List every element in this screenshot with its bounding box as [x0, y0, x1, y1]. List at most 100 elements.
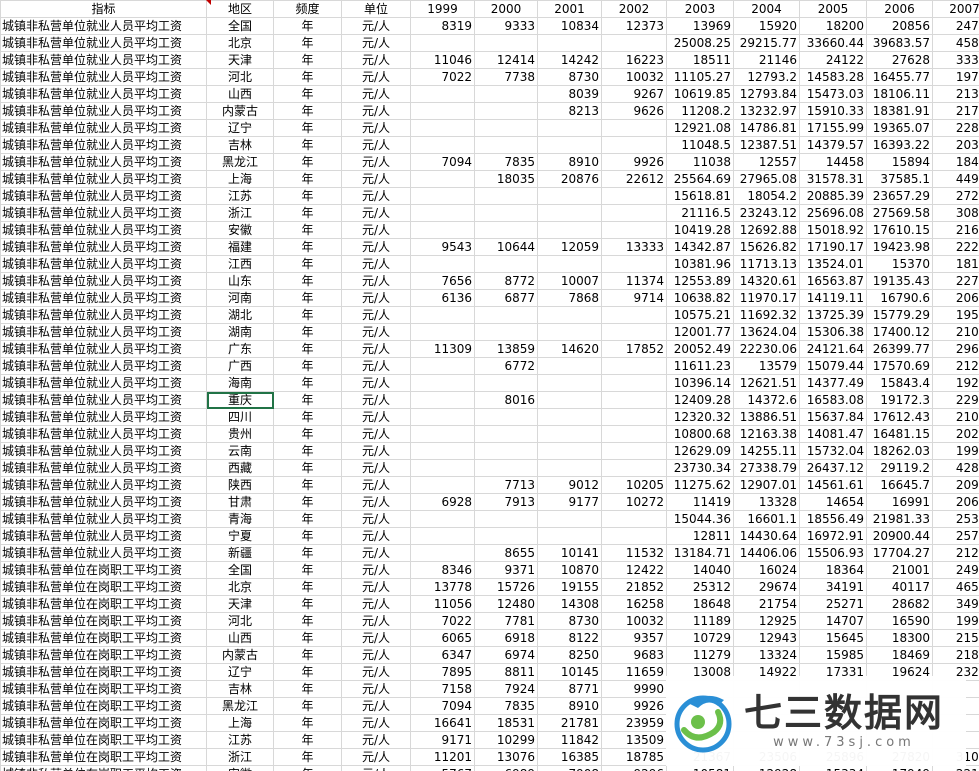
cell-value[interactable]: 21884: [932, 646, 979, 664]
cell-value[interactable]: 15732.04: [799, 442, 867, 460]
cell-indicator[interactable]: 城镇非私营单位在岗职工平均工资: [0, 578, 207, 596]
cell-value[interactable]: 21081: [932, 408, 979, 426]
cell-value[interactable]: 10619.85: [666, 85, 734, 103]
cell-value[interactable]: 7713: [474, 476, 538, 494]
header-indicator[interactable]: 指标: [0, 0, 207, 18]
cell-value[interactable]: 11611.23: [666, 357, 734, 375]
cell-unit[interactable]: 元/人: [341, 595, 411, 613]
cell-indicator[interactable]: 城镇非私营单位在岗职工平均工资: [0, 697, 207, 715]
cell-value[interactable]: 31578.31: [799, 170, 867, 188]
cell-value[interactable]: [410, 544, 475, 562]
cell-unit[interactable]: 元/人: [341, 289, 411, 307]
cell-indicator[interactable]: 城镇非私营单位就业人员平均工资: [0, 493, 207, 511]
cell-value[interactable]: [537, 187, 602, 205]
cell-value[interactable]: 12811: [666, 527, 734, 545]
cell-value[interactable]: [601, 425, 667, 443]
cell-value[interactable]: 24721: [932, 17, 979, 35]
cell-value[interactable]: 9926: [601, 697, 667, 715]
cell-value[interactable]: [410, 170, 475, 188]
cell-value[interactable]: 14081.47: [799, 425, 867, 443]
cell-value[interactable]: 15645: [799, 629, 867, 647]
cell-value[interactable]: 25271: [799, 595, 867, 613]
cell-frequency[interactable]: 年: [273, 697, 342, 715]
cell-value[interactable]: 10800.68: [666, 425, 734, 443]
cell-unit[interactable]: 元/人: [341, 442, 411, 460]
cell-frequency[interactable]: 年: [273, 255, 342, 273]
cell-value[interactable]: 18144: [932, 255, 979, 273]
header-year[interactable]: 2005: [799, 0, 867, 18]
cell-value[interactable]: 21251: [932, 357, 979, 375]
cell-value[interactable]: 10870: [537, 561, 602, 579]
cell-value[interactable]: [474, 85, 538, 103]
cell-frequency[interactable]: 年: [273, 646, 342, 664]
cell-value[interactable]: 15920: [733, 17, 800, 35]
cell-region[interactable]: 北京: [206, 34, 274, 52]
cell-value[interactable]: 12480: [474, 595, 538, 613]
cell-region[interactable]: 河北: [206, 612, 274, 630]
cell-value[interactable]: 15726: [474, 578, 538, 596]
cell-value[interactable]: [601, 527, 667, 545]
cell-frequency[interactable]: 年: [273, 425, 342, 443]
cell-frequency[interactable]: 年: [273, 170, 342, 188]
cell-value[interactable]: 19220: [932, 374, 979, 392]
cell-value[interactable]: 15370: [866, 255, 933, 273]
cell-value[interactable]: 8319: [410, 17, 475, 35]
cell-value[interactable]: 24932: [932, 561, 979, 579]
cell-value[interactable]: 19742: [932, 68, 979, 86]
cell-value[interactable]: [410, 527, 475, 545]
cell-value[interactable]: 9626: [601, 102, 667, 120]
cell-value[interactable]: 16790.6: [866, 289, 933, 307]
cell-value[interactable]: 20052.49: [666, 340, 734, 358]
cell-value[interactable]: 16645.7: [866, 476, 933, 494]
cell-value[interactable]: 12059: [537, 238, 602, 256]
cell-value[interactable]: 18481: [932, 153, 979, 171]
cell-value[interactable]: 12001.77: [666, 323, 734, 341]
cell-unit[interactable]: 元/人: [341, 136, 411, 154]
cell-frequency[interactable]: 年: [273, 578, 342, 596]
cell-frequency[interactable]: 年: [273, 374, 342, 392]
cell-value[interactable]: 21060: [932, 323, 979, 341]
cell-value[interactable]: 8655: [474, 544, 538, 562]
cell-frequency[interactable]: 年: [273, 153, 342, 171]
cell-value[interactable]: 6989: [474, 765, 538, 771]
cell-value[interactable]: 17612.43: [866, 408, 933, 426]
cell-value[interactable]: 20639: [932, 289, 979, 307]
cell-value[interactable]: [601, 187, 667, 205]
cell-frequency[interactable]: 年: [273, 68, 342, 86]
cell-value[interactable]: 12553.89: [666, 272, 734, 290]
cell-value[interactable]: 10419.28: [666, 221, 734, 239]
cell-value[interactable]: [537, 459, 602, 477]
cell-indicator[interactable]: 城镇非私营单位在岗职工平均工资: [0, 748, 207, 766]
cell-region[interactable]: 河南: [206, 289, 274, 307]
cell-value[interactable]: 29658: [932, 340, 979, 358]
cell-frequency[interactable]: 年: [273, 102, 342, 120]
cell-value[interactable]: 8910: [537, 153, 602, 171]
cell-value[interactable]: 17949: [866, 765, 933, 771]
cell-value[interactable]: [410, 119, 475, 137]
cell-value[interactable]: 12320.32: [666, 408, 734, 426]
cell-value[interactable]: [537, 357, 602, 375]
cell-frequency[interactable]: 年: [273, 289, 342, 307]
cell-indicator[interactable]: 城镇非私营单位就业人员平均工资: [0, 510, 207, 528]
cell-value[interactable]: 14377.49: [799, 374, 867, 392]
cell-value[interactable]: 11046: [410, 51, 475, 69]
cell-value[interactable]: 22734: [932, 272, 979, 290]
cell-value[interactable]: 18648: [666, 595, 734, 613]
cell-value[interactable]: [474, 442, 538, 460]
cell-region[interactable]: 辽宁: [206, 119, 274, 137]
cell-value[interactable]: 13333: [601, 238, 667, 256]
cell-frequency[interactable]: 年: [273, 527, 342, 545]
cell-value[interactable]: 22612: [601, 170, 667, 188]
cell-region[interactable]: 吉林: [206, 136, 274, 154]
cell-value[interactable]: 13579: [733, 357, 800, 375]
cell-value[interactable]: 19365.07: [866, 119, 933, 137]
cell-unit[interactable]: 元/人: [341, 391, 411, 409]
cell-value[interactable]: [537, 136, 602, 154]
cell-value[interactable]: 19155: [537, 578, 602, 596]
cell-value[interactable]: 14786.81: [733, 119, 800, 137]
cell-region[interactable]: 浙江: [206, 204, 274, 222]
cell-indicator[interactable]: 城镇非私营单位在岗职工平均工资: [0, 680, 207, 698]
cell-value[interactable]: 7022: [410, 68, 475, 86]
cell-value[interactable]: [410, 391, 475, 409]
cell-value[interactable]: 21249: [932, 544, 979, 562]
